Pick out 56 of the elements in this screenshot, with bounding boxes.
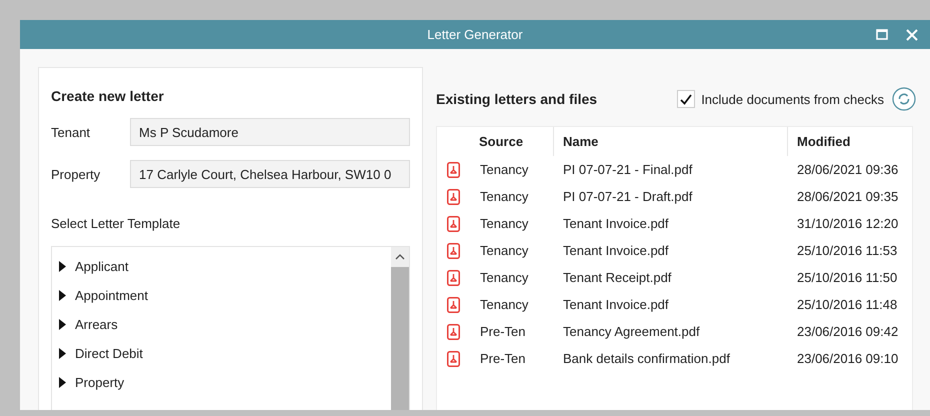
table-cell-text: 23/06/2016 09:10 [796,351,900,366]
table-cell-text: Tenant Invoice.pdf [562,243,670,258]
pdf-file-icon [447,242,460,258]
table-cell-text: Tenancy [479,243,530,258]
table-cell-text: Tenancy [479,270,530,285]
section-heading: Existing letters and files [436,91,598,107]
pdf-file-icon [447,350,460,366]
pdf-file-icon [447,324,460,340]
text-field[interactable]: 17 Carlyle Court, Chelsea Harbour, SW10 0 [130,160,410,188]
column-header[interactable]: Modified [787,127,913,156]
table-cell-text: 28/06/2021 09:36 [796,162,900,177]
table-cell-text: Tenant Invoice.pdf [562,216,670,231]
table-cell-text: 31/10/2016 12:20 [796,216,900,231]
pdf-file-icon [447,270,460,286]
maximize-icon [876,29,888,40]
table-cell-text: 25/10/2016 11:50 [796,270,898,285]
checkbox[interactable] [677,90,696,108]
table-cell-text: 28/06/2021 09:35 [796,189,900,204]
section-heading: Create new letter [51,88,165,104]
column-header[interactable]: Source [470,127,553,156]
field-label: Tenant [51,124,92,140]
table-cell-text: 25/10/2016 11:53 [796,243,898,258]
table-cell-text: 23/06/2016 09:42 [796,324,900,339]
table-cell-text: Tenant Receipt.pdf [562,270,672,285]
table-cell-text: 25/10/2016 11:48 [796,297,898,312]
tree-item[interactable]: Appointment [58,281,391,310]
table-cell-text: PI 07-07-21 - Final.pdf [562,162,694,177]
table-cell-text: Tenancy [479,162,530,177]
close-icon [906,28,918,40]
table-cell-text: Pre-Ten [479,324,527,339]
table-cell-text: Bank details confirmation.pdf [562,351,731,366]
table-cell-text: Pre-Ten [479,351,527,366]
table-cell-text: PI 07-07-21 - Draft.pdf [562,189,694,204]
pdf-file-icon [447,188,460,204]
include-checks-checkbox[interactable]: Include documents from checks [677,90,884,108]
window-title: Letter Generator [427,27,523,42]
pdf-file-icon [447,216,460,232]
pdf-file-icon [447,162,460,178]
tree-item[interactable]: Applicant [58,252,391,281]
tree-item[interactable]: Direct Debit [58,339,391,368]
scroll-up-icon[interactable] [395,254,405,260]
template-label: Select Letter Template [51,216,182,231]
column-header[interactable]: Name [553,127,787,156]
checkmark-icon [680,94,692,104]
pdf-file-icon [447,296,460,312]
table-cell-text: Tenancy Agreement.pdf [562,324,701,339]
table-cell-text: Tenancy [479,297,530,312]
tree-item[interactable]: Arrears [58,310,391,339]
field-label: Property [51,166,102,182]
tree-item[interactable]: Property [58,368,391,397]
table-cell-text: Tenancy [479,189,530,204]
table-cell-text: Tenant Invoice.pdf [562,297,670,312]
table-cell-text: Tenancy [479,216,530,231]
text-field[interactable]: Ms P Scudamore [130,118,410,146]
refresh-button[interactable] [892,87,916,111]
refresh-icon [892,87,916,111]
